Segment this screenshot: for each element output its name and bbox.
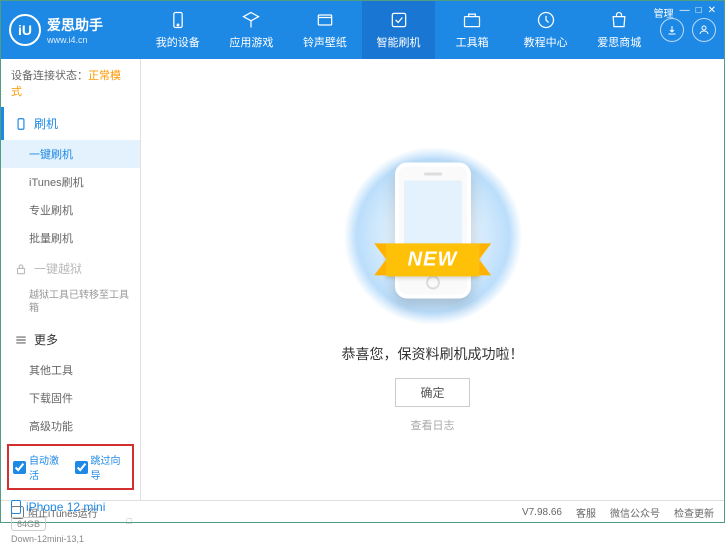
- skip-wizard-checkbox[interactable]: 跳过向导: [75, 452, 129, 482]
- logo-icon: iU: [9, 14, 41, 46]
- window-controls: 管理 — □ ✕: [654, 5, 716, 20]
- nav-icon-1: [241, 10, 261, 30]
- service-link[interactable]: 客服: [576, 505, 596, 520]
- logo[interactable]: iU 爱思助手 www.i4.cn: [9, 14, 141, 46]
- nav-1[interactable]: 应用游戏: [215, 1, 289, 59]
- success-illustration: NEW: [343, 146, 523, 326]
- app-url: www.i4.cn: [47, 35, 103, 45]
- nav-5[interactable]: 教程中心: [509, 1, 583, 59]
- nav-icon-0: [168, 10, 188, 30]
- phone-icon: [14, 117, 28, 131]
- success-message: 恭喜您，保资料刷机成功啦！: [342, 344, 524, 364]
- header-actions: [660, 18, 716, 42]
- category-jailbreak[interactable]: 一键越狱: [1, 252, 140, 285]
- app-header: 管理 — □ ✕ iU 爱思助手 www.i4.cn 我的设备应用游戏铃声壁纸智…: [1, 1, 724, 59]
- options-box: 自动激活 跳过向导: [7, 444, 134, 490]
- nav-3[interactable]: 智能刷机: [362, 1, 436, 59]
- sidebar-item-more-1[interactable]: 下载固件: [1, 384, 140, 412]
- menu-button[interactable]: 管理: [654, 5, 674, 20]
- nav-icon-5: [536, 10, 556, 30]
- wechat-link[interactable]: 微信公众号: [610, 505, 660, 520]
- sidebar-item-more-0[interactable]: 其他工具: [1, 356, 140, 384]
- new-ribbon: NEW: [386, 244, 480, 277]
- app-body: 设备连接状态：正常模式 刷机 一键刷机iTunes刷机专业刷机批量刷机 一键越狱…: [1, 59, 724, 500]
- stage: NEW 恭喜您，保资料刷机成功啦！ 确定 查看日志: [141, 59, 724, 500]
- nav-icon-6: [609, 10, 629, 30]
- device-info[interactable]: iPhone 12 mini 64GB □ Down-12mini-13,1: [1, 494, 140, 550]
- sidebar-item-flash-2[interactable]: 专业刷机: [1, 196, 140, 224]
- user-button[interactable]: [692, 18, 716, 42]
- category-more[interactable]: 更多: [1, 323, 140, 356]
- jailbreak-note: 越狱工具已转移至工具箱: [1, 285, 140, 323]
- lock-icon: [14, 262, 28, 276]
- nav-6[interactable]: 爱思商城: [582, 1, 656, 59]
- nav-4[interactable]: 工具箱: [435, 1, 509, 59]
- sidebar-item-flash-1[interactable]: iTunes刷机: [1, 168, 140, 196]
- version-label: V7.98.66: [522, 507, 562, 518]
- close-button[interactable]: ✕: [708, 5, 716, 20]
- sidebar-item-flash-3[interactable]: 批量刷机: [1, 224, 140, 252]
- view-log-link[interactable]: 查看日志: [411, 417, 455, 433]
- device-storage: 64GB: [11, 517, 46, 531]
- nav-icon-3: [389, 10, 409, 30]
- maximize-button[interactable]: □: [696, 5, 702, 20]
- main-nav: 我的设备应用游戏铃声壁纸智能刷机工具箱教程中心爱思商城: [141, 1, 656, 59]
- device-name: iPhone 12 mini: [11, 500, 130, 514]
- sidebar-item-flash-0[interactable]: 一键刷机: [1, 140, 140, 168]
- menu-icon: [14, 333, 28, 347]
- sidebar-item-more-2[interactable]: 高级功能: [1, 412, 140, 440]
- ok-button[interactable]: 确定: [395, 378, 469, 407]
- main-panel: NEW 恭喜您，保资料刷机成功啦！ 确定 查看日志: [141, 59, 724, 500]
- nav-icon-2: [315, 10, 335, 30]
- device-bundle: Down-12mini-13,1: [11, 534, 130, 544]
- update-link[interactable]: 检查更新: [674, 505, 714, 520]
- battery-icon: □: [127, 516, 132, 526]
- device-status: 设备连接状态：正常模式: [1, 59, 140, 107]
- app-title: 爱思助手: [47, 15, 103, 35]
- nav-0[interactable]: 我的设备: [141, 1, 215, 59]
- auto-activate-checkbox[interactable]: 自动激活: [13, 452, 67, 482]
- sidebar: 设备连接状态：正常模式 刷机 一键刷机iTunes刷机专业刷机批量刷机 一键越狱…: [1, 59, 141, 500]
- nav-icon-4: [462, 10, 482, 30]
- download-button[interactable]: [660, 18, 684, 42]
- nav-2[interactable]: 铃声壁纸: [288, 1, 362, 59]
- category-flash[interactable]: 刷机: [1, 107, 140, 140]
- minimize-button[interactable]: —: [680, 5, 690, 20]
